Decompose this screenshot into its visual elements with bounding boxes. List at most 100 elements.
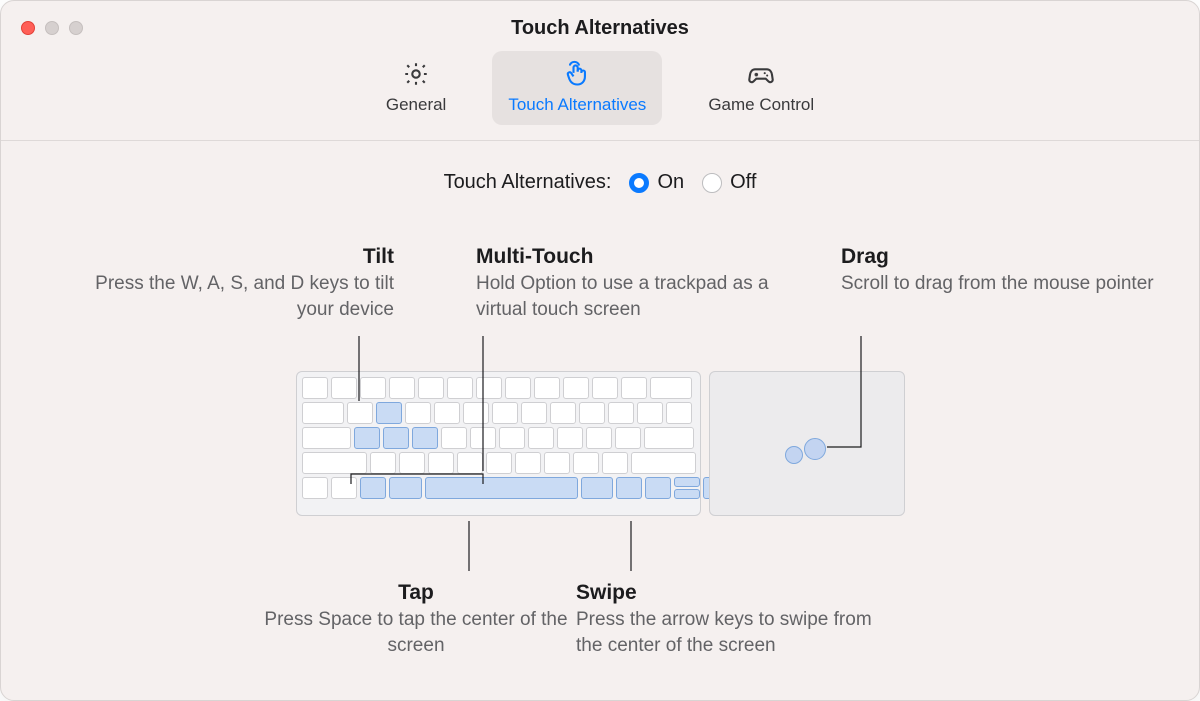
keyboard-key bbox=[650, 377, 692, 399]
game-controller-icon bbox=[746, 59, 776, 89]
keyboard-key bbox=[573, 452, 599, 474]
keyboard-key bbox=[360, 477, 386, 499]
keyboard-key bbox=[412, 427, 438, 449]
keyboard-key bbox=[399, 452, 425, 474]
keyboard-key bbox=[499, 427, 525, 449]
preferences-content: Touch Alternatives: On Off Tilt Press th… bbox=[1, 141, 1199, 700]
keyboard-key bbox=[354, 427, 380, 449]
callout-body: Scroll to drag from the mouse pointer bbox=[841, 271, 1154, 297]
radio-dot-icon bbox=[629, 173, 649, 193]
keyboard-key bbox=[674, 489, 700, 499]
keyboard-key bbox=[302, 402, 344, 424]
callout-body: Hold Option to use a trackpad as a virtu… bbox=[476, 271, 816, 322]
keyboard-key bbox=[331, 477, 357, 499]
keyboard-key bbox=[434, 402, 460, 424]
callout-title: Drag bbox=[841, 243, 1154, 271]
keyboard-key bbox=[302, 377, 328, 399]
keyboard-key bbox=[457, 452, 483, 474]
keyboard-key bbox=[347, 402, 373, 424]
keyboard-key bbox=[405, 402, 431, 424]
preferences-tabs: General Touch Alternatives Game Control bbox=[1, 51, 1199, 125]
radio-on-label: On bbox=[657, 171, 684, 194]
keyboard-diagram bbox=[296, 371, 701, 516]
callout-title: Multi-Touch bbox=[476, 243, 816, 271]
titlebar: Touch Alternatives General Touch Alterna… bbox=[1, 1, 1199, 141]
keyboard-key bbox=[534, 377, 560, 399]
keyboard-key bbox=[608, 402, 634, 424]
keyboard-key bbox=[331, 377, 357, 399]
keyboard-key bbox=[463, 402, 489, 424]
keyboard-key bbox=[602, 452, 628, 474]
keyboard-key bbox=[418, 377, 444, 399]
keyboard-key bbox=[428, 452, 454, 474]
radio-on[interactable]: On bbox=[629, 171, 684, 194]
callout-title: Tilt bbox=[54, 243, 394, 271]
tab-label: Touch Alternatives bbox=[508, 95, 646, 115]
callout-body: Press the arrow keys to swipe from the c… bbox=[576, 607, 896, 658]
keyboard-key bbox=[674, 477, 700, 487]
keyboard-key bbox=[492, 402, 518, 424]
keyboard-key bbox=[389, 377, 415, 399]
keyboard-key bbox=[486, 452, 512, 474]
keyboard-key bbox=[544, 452, 570, 474]
radio-dot-icon bbox=[702, 173, 722, 193]
touch-alternatives-toggle: Touch Alternatives: On Off bbox=[1, 171, 1199, 194]
keyboard-key bbox=[615, 427, 641, 449]
keyboard-key bbox=[644, 427, 693, 449]
radio-off[interactable]: Off bbox=[702, 171, 756, 194]
keyboard-key bbox=[383, 427, 409, 449]
preferences-window: Touch Alternatives General Touch Alterna… bbox=[0, 0, 1200, 701]
tab-general[interactable]: General bbox=[370, 51, 462, 125]
trackpad-diagram bbox=[709, 371, 905, 516]
keyboard-key bbox=[447, 377, 473, 399]
keyboard-key bbox=[579, 402, 605, 424]
tab-label: Game Control bbox=[708, 95, 814, 115]
keyboard-key bbox=[505, 377, 531, 399]
keyboard-key bbox=[302, 427, 351, 449]
callout-title: Swipe bbox=[576, 579, 896, 607]
keyboard-key bbox=[441, 427, 467, 449]
keyboard-key bbox=[389, 477, 422, 499]
radio-off-label: Off bbox=[730, 171, 756, 194]
keyboard-key bbox=[376, 402, 402, 424]
tab-game-control[interactable]: Game Control bbox=[692, 51, 830, 125]
callout-multi-touch: Multi-Touch Hold Option to use a trackpa… bbox=[476, 243, 816, 323]
callout-drag: Drag Scroll to drag from the mouse point… bbox=[841, 243, 1154, 297]
keyboard-key bbox=[528, 427, 554, 449]
callout-tap: Tap Press Space to tap the center of the… bbox=[261, 579, 571, 659]
keyboard-key bbox=[637, 402, 663, 424]
window-title: Touch Alternatives bbox=[1, 17, 1199, 40]
toggle-label: Touch Alternatives: bbox=[444, 171, 612, 194]
keyboard-key bbox=[360, 377, 386, 399]
callout-body: Press the W, A, S, and D keys to tilt yo… bbox=[54, 271, 394, 322]
touch-point-icon bbox=[785, 446, 803, 464]
callout-body: Press Space to tap the center of the scr… bbox=[261, 607, 571, 658]
keyboard-key bbox=[645, 477, 671, 499]
keyboard-key bbox=[586, 427, 612, 449]
keyboard-key bbox=[370, 452, 396, 474]
keyboard-key bbox=[557, 427, 583, 449]
keyboard-key bbox=[616, 477, 642, 499]
tab-label: General bbox=[386, 95, 446, 115]
callout-title: Tap bbox=[261, 579, 571, 607]
callout-tilt: Tilt Press the W, A, S, and D keys to ti… bbox=[54, 243, 394, 323]
keyboard-key bbox=[476, 377, 502, 399]
keyboard-key bbox=[581, 477, 614, 499]
keyboard-key bbox=[666, 402, 692, 424]
keyboard-key bbox=[563, 377, 589, 399]
keyboard-key bbox=[470, 427, 496, 449]
gear-icon bbox=[401, 59, 431, 89]
touch-point-icon bbox=[804, 438, 826, 460]
keyboard-key bbox=[631, 452, 696, 474]
callout-swipe: Swipe Press the arrow keys to swipe from… bbox=[576, 579, 896, 659]
keyboard-key bbox=[302, 477, 328, 499]
keyboard-key bbox=[515, 452, 541, 474]
keyboard-key bbox=[302, 452, 367, 474]
touch-icon bbox=[562, 59, 592, 89]
tab-touch-alternatives[interactable]: Touch Alternatives bbox=[492, 51, 662, 125]
keyboard-key bbox=[425, 477, 578, 499]
keyboard-key bbox=[621, 377, 647, 399]
keyboard-key bbox=[550, 402, 576, 424]
keyboard-key bbox=[592, 377, 618, 399]
keyboard-key bbox=[521, 402, 547, 424]
